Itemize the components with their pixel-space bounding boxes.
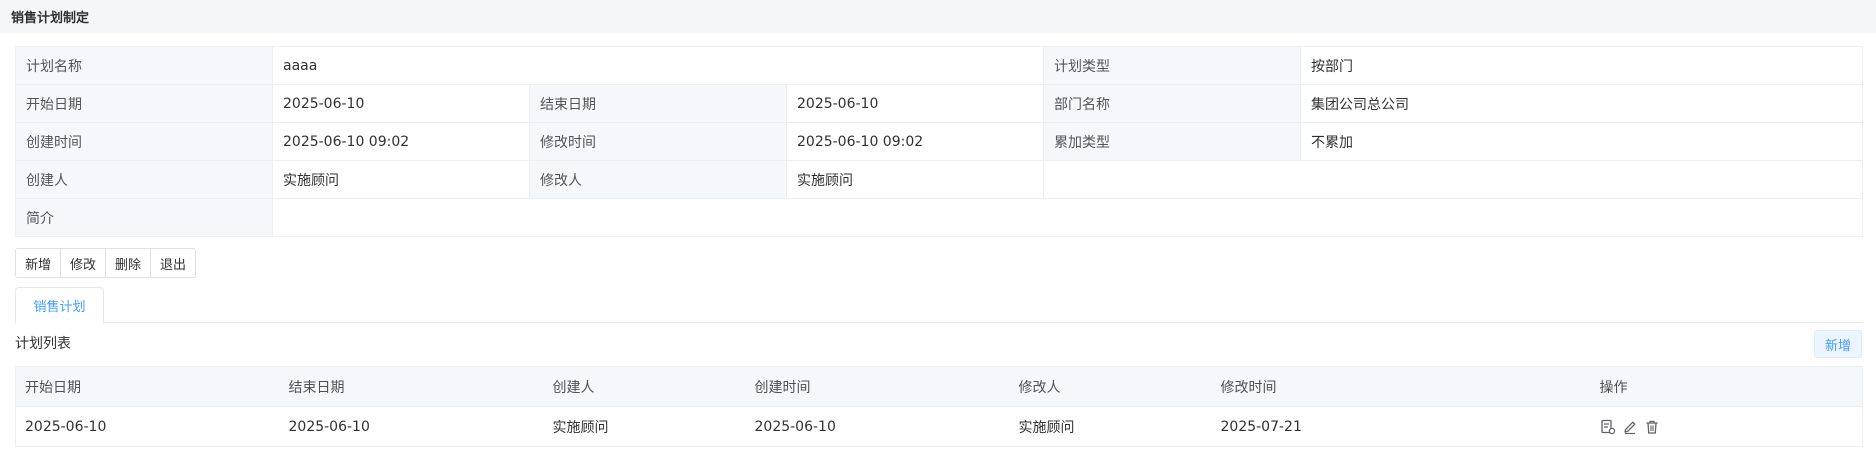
plan-name-label: 计划名称	[15, 46, 273, 85]
accum-type-label: 累加类型	[1043, 122, 1302, 161]
plan-list-table: 开始日期 结束日期 创建人 创建时间 修改人 修改时间 操作 2025-06-1…	[15, 366, 1863, 447]
toolbar: 新增 修改 删除 退出	[15, 248, 197, 278]
delete-icon[interactable]	[1644, 419, 1660, 435]
page-header: 销售计划制定	[0, 0, 1876, 33]
row-actions	[1600, 419, 1854, 435]
end-date-value: 2025-06-10	[785, 84, 1045, 123]
plan-list-panel: 开始日期 结束日期 创建人 创建时间 修改人 修改时间 操作 2025-06-1…	[15, 366, 1863, 447]
created-time-value: 2025-06-10 09:02	[272, 122, 530, 161]
plan-type-value: 按部门	[1300, 46, 1864, 85]
plan-type-label: 计划类型	[1043, 46, 1302, 85]
cell-end-date: 2025-06-10	[279, 406, 544, 447]
cell-modified-time: 2025-07-21	[1211, 406, 1476, 447]
table-header-row: 开始日期 结束日期 创建人 创建时间 修改人 修改时间 操作	[15, 366, 1863, 407]
col-header: 结束日期	[279, 366, 544, 407]
end-date-label: 结束日期	[529, 84, 787, 123]
plan-name-value: aaaa	[271, 46, 1045, 85]
cell-actions	[1475, 406, 1863, 447]
edit-button[interactable]: 修改	[61, 249, 107, 277]
col-header: 创建时间	[745, 366, 1010, 407]
info-row: 开始日期 2025-06-10 结束日期 2025-06-10 部门名称 集团公…	[15, 84, 1864, 123]
col-header: 创建人	[543, 366, 746, 407]
creator-label: 创建人	[15, 160, 273, 199]
accum-type-value: 不累加	[1300, 122, 1864, 161]
exit-button[interactable]: 退出	[151, 249, 196, 277]
col-header: 修改人	[1009, 366, 1212, 407]
delete-button[interactable]: 删除	[106, 249, 152, 277]
cell-creator: 实施顾问	[543, 406, 746, 447]
list-title: 计划列表	[15, 336, 71, 352]
info-row: 创建人 实施顾问 修改人 实施顾问	[15, 160, 1864, 199]
new-button[interactable]: 新增	[16, 249, 62, 277]
detail-icon[interactable]	[1600, 419, 1616, 435]
dept-name-label: 部门名称	[1043, 84, 1302, 123]
edit-icon[interactable]	[1622, 419, 1638, 435]
col-header: 修改时间	[1211, 366, 1476, 407]
summary-label: 简介	[15, 198, 273, 237]
cell-modifier: 实施顾问	[1009, 406, 1212, 447]
info-row: 创建时间 2025-06-10 09:02 修改时间 2025-06-10 09…	[15, 122, 1864, 161]
start-date-label: 开始日期	[15, 84, 273, 123]
cell-start-date: 2025-06-10	[15, 406, 280, 447]
modifier-label: 修改人	[529, 160, 787, 199]
table-row[interactable]: 2025-06-10 2025-06-10 实施顾问 2025-06-10 实施…	[15, 406, 1863, 447]
add-plan-button[interactable]: 新增	[1814, 330, 1862, 358]
plan-info-table: 计划名称 aaaa 计划类型 按部门 开始日期 2025-06-10 结束日期 …	[15, 46, 1864, 237]
info-row: 计划名称 aaaa 计划类型 按部门	[15, 46, 1864, 85]
created-time-label: 创建时间	[15, 122, 273, 161]
info-row: 简介	[15, 198, 1864, 237]
tab-sales-plan[interactable]: 销售计划	[15, 287, 104, 324]
plan-info-panel: 计划名称 aaaa 计划类型 按部门 开始日期 2025-06-10 结束日期 …	[15, 46, 1864, 237]
dept-name-value: 集团公司总公司	[1300, 84, 1864, 123]
page-title: 销售计划制定	[11, 11, 90, 26]
cell-created-time: 2025-06-10	[745, 406, 1010, 447]
modified-time-value: 2025-06-10 09:02	[785, 122, 1045, 161]
summary-value	[271, 198, 1864, 237]
col-header: 开始日期	[15, 366, 280, 407]
creator-value: 实施顾问	[272, 160, 530, 199]
modified-time-label: 修改时间	[529, 122, 787, 161]
start-date-value: 2025-06-10	[272, 84, 530, 123]
modifier-value: 实施顾问	[785, 160, 1045, 199]
tab-bar: 销售计划	[15, 287, 1862, 324]
empty-cell	[1043, 160, 1864, 199]
col-header: 操作	[1475, 366, 1863, 407]
